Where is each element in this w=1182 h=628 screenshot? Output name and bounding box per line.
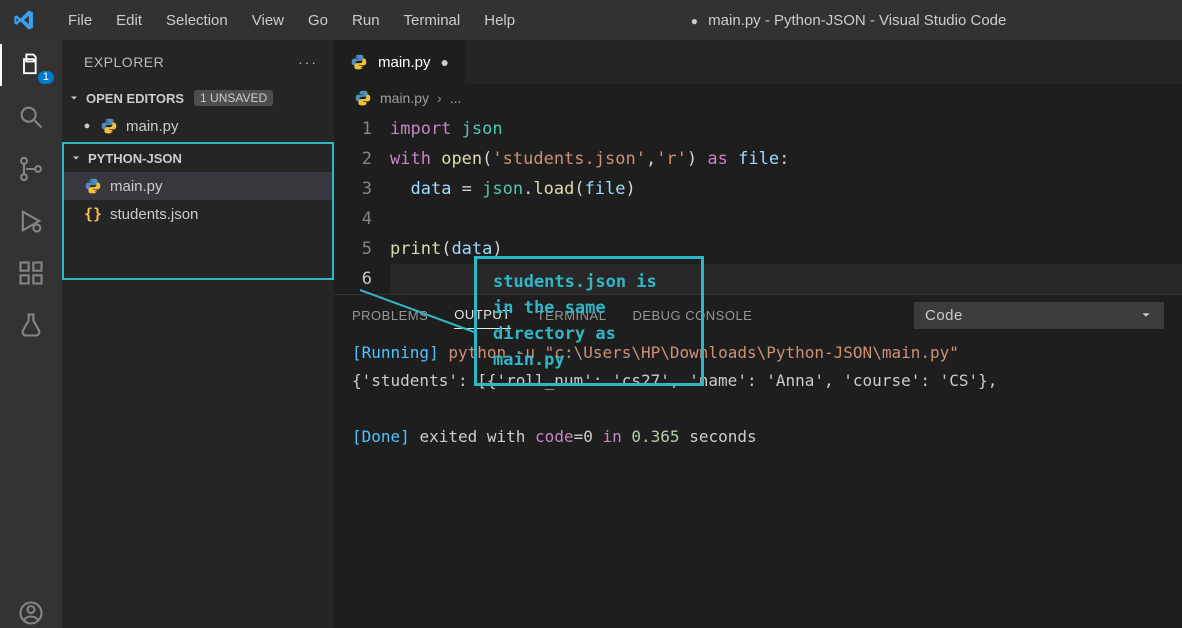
menu-go[interactable]: Go [296,6,340,35]
output-text: in [602,427,621,446]
code-token: file [585,179,626,199]
menu-selection[interactable]: Selection [154,6,240,35]
run-debug-icon[interactable] [16,206,46,236]
output-text: exited with [419,427,525,446]
line-number: 6 [334,264,372,294]
activity-bar: 1 [0,40,62,628]
output-tag: [Done] [352,427,410,446]
code-token: print [390,239,441,259]
account-icon[interactable] [16,598,46,628]
output-text: =0 [574,427,593,446]
line-number-gutter: 1 2 3 4 5 6 [334,114,390,294]
output-text: code [535,427,574,446]
window-title: ● main.py - Python-JSON - Visual Studio … [691,12,1007,29]
python-file-icon [350,53,368,71]
file-name: main.py [110,178,163,195]
code-token: with [390,149,431,169]
file-name: students.json [110,206,198,223]
chevron-down-icon [70,152,84,164]
testing-icon[interactable] [16,310,46,340]
output-text: 0.365 [631,427,679,446]
sidebar-more-icon[interactable]: ··· [298,54,318,70]
tab-name: main.py [378,54,431,71]
line-number: 1 [334,114,372,144]
line-number: 4 [334,204,372,234]
sidebar-title: EXPLORER [84,54,164,70]
window-title-text: main.py - Python-JSON - Visual Studio Co… [708,12,1006,29]
project-name: PYTHON-JSON [88,151,182,166]
code-token: as [707,149,727,169]
python-file-icon [100,117,118,135]
line-number: 3 [334,174,372,204]
panel-tab-bar: PROBLEMS OUTPUT TERMINAL DEBUG CONSOLE C… [334,295,1182,335]
file-item-main[interactable]: main.py [64,172,332,200]
open-editors-label: OPEN EDITORS [86,91,184,106]
code-token: json [482,179,523,199]
breadcrumb-rest: ... [450,90,462,106]
open-editor-item[interactable]: ● main.py [62,112,334,140]
panel-tab-problems[interactable]: PROBLEMS [352,302,428,329]
code-token: 'students.json' [492,149,646,169]
editor-pane: main.py ● main.py › ... 1 2 3 4 5 6 impo… [334,40,1182,628]
python-file-icon [84,177,102,195]
annotation-callout: students.json is in the same directory a… [474,256,704,386]
modified-dot-icon: ● [82,120,92,132]
project-header[interactable]: PYTHON-JSON [64,144,332,172]
code-token: data [410,179,451,199]
line-number: 5 [334,234,372,264]
explorer-badge: 1 [38,71,54,84]
output-text: seconds [689,427,756,446]
chevron-down-icon [1139,308,1153,322]
extensions-icon[interactable] [16,258,46,288]
chevron-right-icon: › [437,90,442,106]
output-channel-select[interactable]: Code [914,302,1164,329]
menu-help[interactable]: Help [472,6,527,35]
code-content[interactable]: import json with open('students.json','r… [390,114,1182,294]
project-section-highlight: PYTHON-JSON main.py {} students.json [62,142,334,280]
python-file-icon [354,89,372,107]
code-token: import [390,119,451,139]
code-token: 'r' [656,149,687,169]
chevron-down-icon [68,92,82,104]
vscode-logo-icon [12,8,36,32]
source-control-icon[interactable] [16,154,46,184]
open-editor-name: main.py [126,118,179,135]
annotation-text: students.json is in the same directory a… [493,272,657,370]
open-editors-header[interactable]: OPEN EDITORS 1 UNSAVED [62,84,334,112]
menu-bar: File Edit Selection View Go Run Terminal… [56,6,527,35]
search-icon[interactable] [16,102,46,132]
menu-run[interactable]: Run [340,6,392,35]
code-editor[interactable]: 1 2 3 4 5 6 import json with open('stude… [334,112,1182,294]
output-channel-label: Code [925,307,963,324]
menu-terminal[interactable]: Terminal [392,6,473,35]
menu-view[interactable]: View [240,6,296,35]
title-bar: File Edit Selection View Go Run Terminal… [0,0,1182,40]
output-body[interactable]: [Running] python -u "c:\Users\HP\Downloa… [334,335,1182,455]
breadcrumb-file: main.py [380,90,429,106]
code-token: open [441,149,482,169]
sidebar-explorer: EXPLORER ··· OPEN EDITORS 1 UNSAVED ● ma… [62,40,334,628]
file-item-students[interactable]: {} students.json [64,200,332,228]
menu-file[interactable]: File [56,6,104,35]
modified-dot-icon: ● [441,54,449,70]
output-tag: [Running] [352,343,439,362]
editor-tabs: main.py ● [334,40,1182,84]
explorer-icon[interactable]: 1 [16,50,46,80]
line-number: 2 [334,144,372,174]
json-file-icon: {} [84,205,102,223]
breadcrumb[interactable]: main.py › ... [334,84,1182,112]
menu-edit[interactable]: Edit [104,6,154,35]
modified-indicator-icon: ● [691,14,698,28]
unsaved-badge: 1 UNSAVED [194,90,273,106]
code-token: load [533,179,574,199]
code-token: file [738,149,779,169]
editor-tab-main[interactable]: main.py ● [334,40,465,84]
bottom-panel: PROBLEMS OUTPUT TERMINAL DEBUG CONSOLE C… [334,294,1182,494]
code-token: json [462,119,503,139]
